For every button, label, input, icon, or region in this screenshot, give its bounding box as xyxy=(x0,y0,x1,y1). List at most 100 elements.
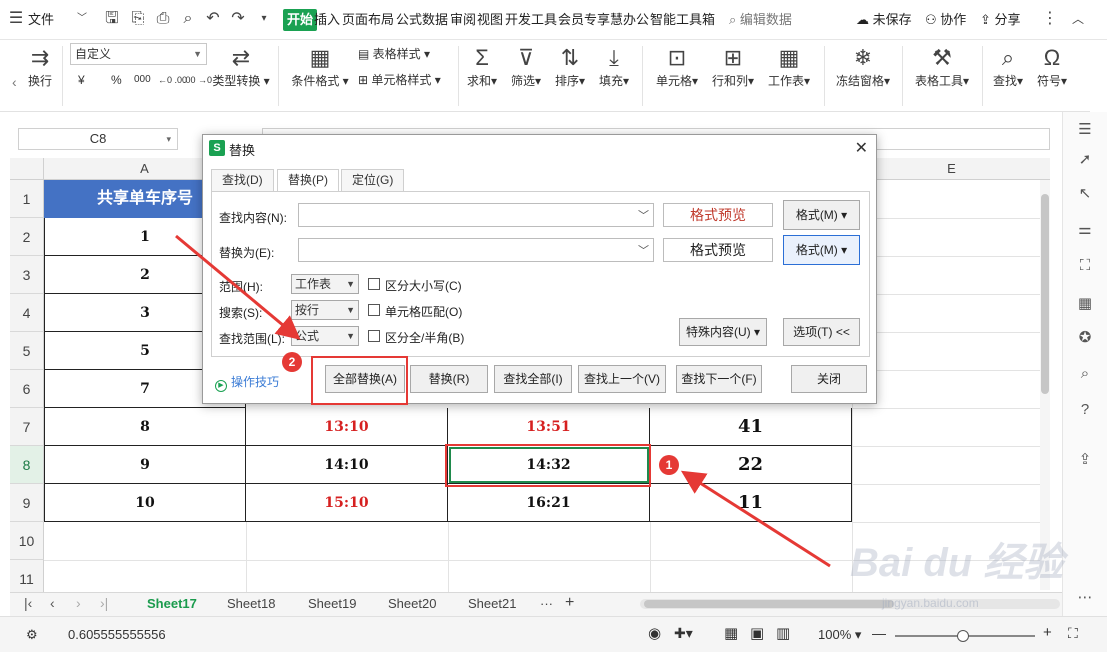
filter-button[interactable]: ⊽ 筛选▾ xyxy=(508,44,544,89)
sheet-tab-sheet21[interactable]: Sheet21 xyxy=(468,596,516,611)
cell-d9[interactable]: 11 xyxy=(650,484,852,522)
row-header-7[interactable]: 7 xyxy=(10,408,44,446)
more-horizontal-icon[interactable]: ⋯ xyxy=(1073,586,1097,610)
tab-smart-office[interactable]: 慧办公 xyxy=(610,10,649,30)
replace-format-button[interactable]: 格式(M) ▾ xyxy=(783,235,860,265)
dialog-title-bar[interactable]: S 替换 ✕ xyxy=(203,135,876,161)
add-sheet-button[interactable]: + xyxy=(565,594,574,612)
save-icon[interactable]: 🖫 xyxy=(102,9,122,29)
row-header-11[interactable]: 11 xyxy=(10,560,44,592)
cell-d7[interactable]: 41 xyxy=(650,408,852,446)
search-direction-select[interactable]: 按行 ▼ xyxy=(291,300,359,320)
help-icon[interactable]: ? xyxy=(1073,398,1097,422)
number-format-select[interactable]: 自定义 ▼ xyxy=(70,43,207,65)
table-style-button[interactable]: ▤ 表格样式 ▾ xyxy=(358,44,430,64)
sheet-tab-sheet17[interactable]: Sheet17 xyxy=(147,596,197,611)
fill-button[interactable]: ⤓ 填充▾ xyxy=(596,44,632,89)
cell-b8[interactable]: 14:10 xyxy=(246,446,448,484)
find-input[interactable]: ﹀ xyxy=(298,203,654,227)
row-header-3[interactable]: 3 xyxy=(10,256,44,294)
row-header-5[interactable]: 5 xyxy=(10,332,44,370)
match-case-checkbox[interactable] xyxy=(368,278,380,290)
unsaved-status[interactable]: ☁ 未保存 xyxy=(856,10,912,30)
tab-goto[interactable]: 定位(G) xyxy=(341,169,405,191)
table-icon[interactable]: ▦ xyxy=(1073,292,1097,316)
row-header-1[interactable]: 1 xyxy=(10,180,44,218)
sheet-tab-sheet19[interactable]: Sheet19 xyxy=(308,596,356,611)
tab-data[interactable]: 数据 xyxy=(422,10,448,30)
search-doc-icon[interactable]: ⌕ xyxy=(1073,362,1097,386)
prev-sheet-icon[interactable]: ‹ xyxy=(50,595,55,611)
sheet-tab-sheet20[interactable]: Sheet20 xyxy=(388,596,436,611)
cell-button[interactable]: ⊡ 单元格▾ xyxy=(652,44,702,89)
tab-find[interactable]: 查找(D) xyxy=(211,169,274,191)
close-button[interactable]: 关闭 xyxy=(791,365,867,393)
find-previous-button[interactable]: 查找上一个(V) xyxy=(578,365,666,393)
hscroll-thumb[interactable] xyxy=(644,600,894,608)
special-content-button[interactable]: 特殊内容(U) ▾ xyxy=(679,318,767,346)
sum-button[interactable]: Σ 求和▾ xyxy=(464,44,500,89)
brain-icon[interactable]: ✪ xyxy=(1073,326,1097,350)
match-width-checkbox[interactable] xyxy=(368,330,380,342)
cell-c7[interactable]: 13:51 xyxy=(448,408,650,446)
print-preview-icon[interactable]: ⌕ xyxy=(178,9,198,29)
first-sheet-icon[interactable]: |‹ xyxy=(24,595,32,611)
tab-replace[interactable]: 替换(P) xyxy=(277,169,339,192)
zoom-slider[interactable] xyxy=(895,630,1035,642)
tab-start[interactable]: 开始 xyxy=(283,9,318,31)
cell-a9[interactable]: 10 xyxy=(44,484,246,522)
command-search[interactable]: ⌕ 编辑数据 xyxy=(729,10,792,30)
ribbon-scroll-left-icon[interactable]: ‹ xyxy=(12,72,17,92)
freeze-panes-button[interactable]: ❄ 冻结窗格▾ xyxy=(832,44,894,89)
sliders-icon[interactable]: ⚌ xyxy=(1073,218,1097,242)
more-sheets-button[interactable]: ··· xyxy=(540,596,553,611)
percent-button[interactable]: % xyxy=(111,70,122,90)
collaborate-button[interactable]: ⚇ 协作 xyxy=(925,10,966,30)
worksheet-button[interactable]: ▦ 工作表▾ xyxy=(764,44,814,89)
currency-button[interactable]: ¥ xyxy=(78,70,85,90)
last-sheet-icon[interactable]: ›| xyxy=(100,595,108,611)
table-tools-button[interactable]: ⚒ 表格工具▾ xyxy=(910,44,974,89)
find-next-button[interactable]: 查找下一个(F) xyxy=(676,365,762,393)
row-header-6[interactable]: 6 xyxy=(10,370,44,408)
collapse-ribbon-icon[interactable]: ︿ xyxy=(1068,9,1088,29)
menu-icon[interactable]: ☰ xyxy=(1073,118,1097,142)
cell-d8[interactable]: 22 xyxy=(650,446,852,484)
tab-smart-toolbox[interactable]: 智能工具箱 xyxy=(650,10,715,30)
next-sheet-icon[interactable]: › xyxy=(76,595,81,611)
type-convert-button[interactable]: ⇄ 类型转换 ▾ xyxy=(210,44,272,89)
zoom-in-icon[interactable]: + xyxy=(1043,624,1052,641)
tab-member[interactable]: 会员专享 xyxy=(558,10,610,30)
row-col-button[interactable]: ⊞ 行和列▾ xyxy=(708,44,758,89)
conditional-format-button[interactable]: ▦ 条件格式 ▾ xyxy=(288,44,352,89)
fullscreen-icon[interactable]: ⛶ xyxy=(1068,625,1078,642)
share-doc-icon[interactable]: ⇪ xyxy=(1073,448,1097,472)
crop-icon[interactable]: ⛶ xyxy=(1073,254,1097,278)
eye-protection-icon[interactable]: ◉ xyxy=(648,624,661,642)
file-menu[interactable]: 文件 xyxy=(28,10,54,30)
macro-icon[interactable]: ⚙ xyxy=(26,627,38,643)
cell-c9[interactable]: 16:21 xyxy=(448,484,650,522)
undo-icon[interactable]: ↶ xyxy=(203,9,223,29)
zoom-out-icon[interactable]: — xyxy=(872,625,886,641)
symbol-button[interactable]: Ω 符号▾ xyxy=(1032,44,1072,89)
print-icon[interactable]: ⎙ xyxy=(153,9,173,29)
options-button[interactable]: 选项(T) << xyxy=(783,318,860,346)
find-all-button[interactable]: 查找全部(I) xyxy=(494,365,572,393)
horizontal-scrollbar[interactable] xyxy=(640,599,1060,609)
chevron-down-icon[interactable]: ﹀ xyxy=(72,9,92,29)
wrap-text-button[interactable]: ⇉ 换行 xyxy=(22,44,58,89)
tab-insert[interactable]: 插入 xyxy=(314,10,340,30)
vertical-scrollbar[interactable] xyxy=(1040,180,1050,590)
layout-icon[interactable]: ✚▾ xyxy=(674,625,693,642)
cell-a8[interactable]: 9 xyxy=(44,446,246,484)
lookin-select[interactable]: 公式 ▼ xyxy=(291,326,359,346)
find-format-button[interactable]: 格式(M) ▾ xyxy=(783,200,860,230)
row-header-10[interactable]: 10 xyxy=(10,522,44,560)
zoom-slider-handle[interactable] xyxy=(957,630,969,642)
select-all-corner[interactable] xyxy=(10,158,44,180)
match-cell-checkbox[interactable] xyxy=(368,304,380,316)
page-break-view-icon[interactable]: ▥ xyxy=(776,624,790,642)
more-icon[interactable]: ⋮ xyxy=(1040,9,1060,29)
row-header-4[interactable]: 4 xyxy=(10,294,44,332)
